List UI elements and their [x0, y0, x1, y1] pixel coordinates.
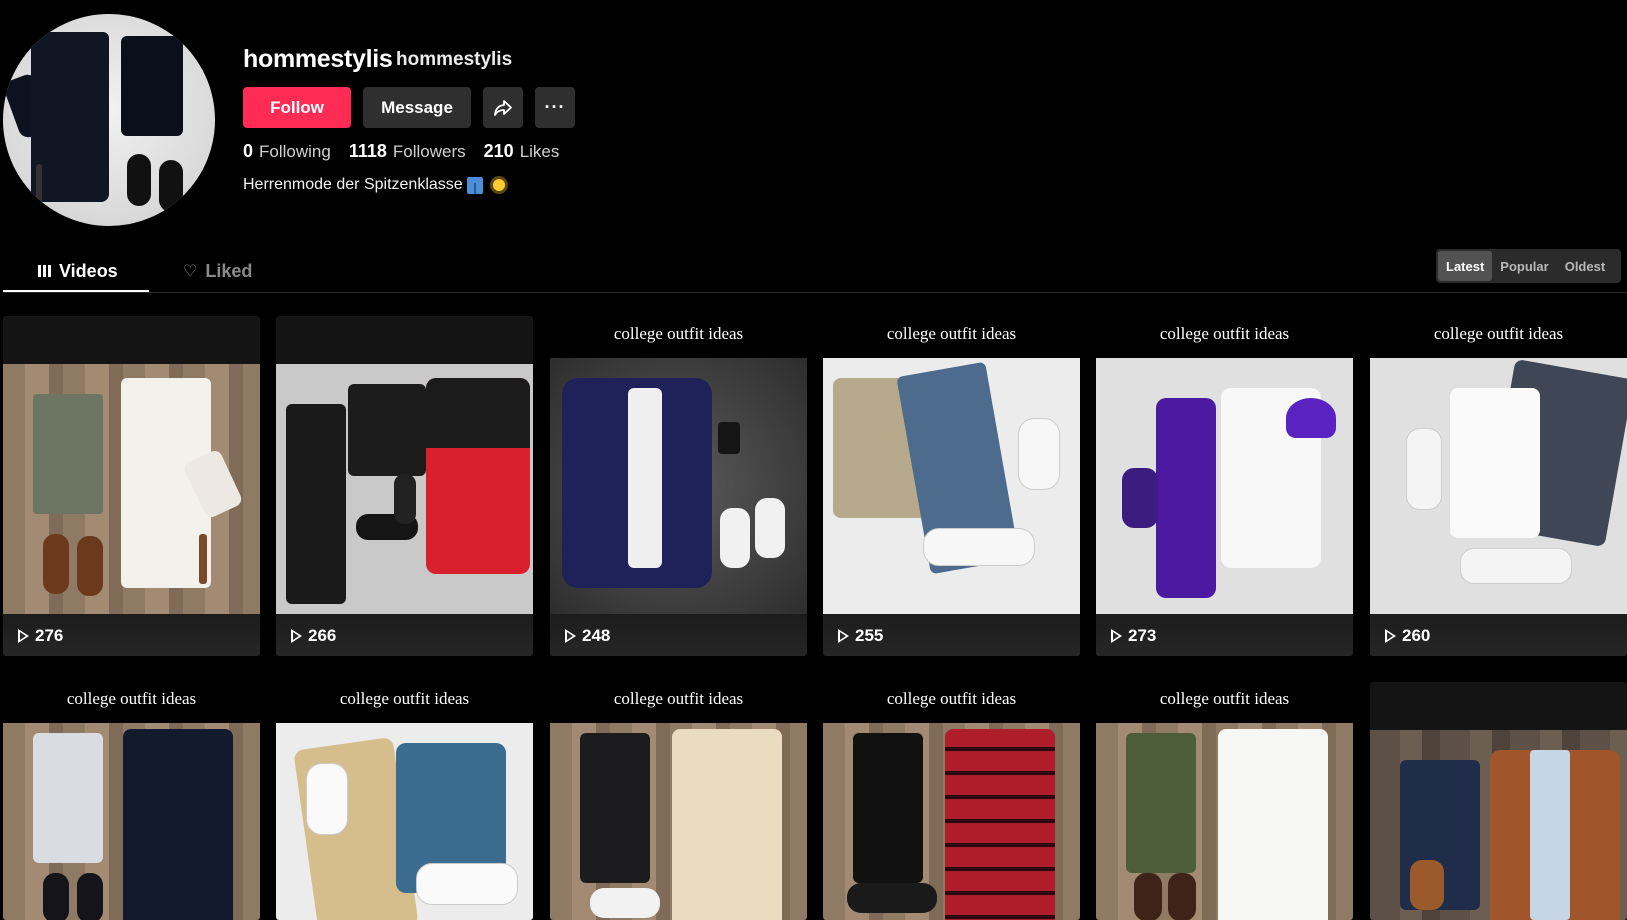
grid-icon — [38, 265, 51, 277]
following-count[interactable]: 0 Following — [243, 141, 331, 162]
profile-username: hommestylis — [243, 45, 393, 73]
video-card[interactable]: college outfit ideas — [276, 675, 533, 920]
video-card[interactable] — [1370, 682, 1627, 920]
tab-label: Videos — [59, 260, 118, 281]
view-count-text: 273 — [1128, 626, 1157, 645]
video-title: college outfit ideas — [823, 310, 1080, 358]
video-thumbnail — [276, 364, 533, 626]
view-count: 276 — [18, 626, 63, 646]
video-thumbnail — [276, 723, 533, 920]
profile-bio: Herrenmode der Spitzenklasse — [243, 176, 505, 194]
view-count-text: 260 — [1402, 626, 1431, 645]
video-card[interactable]: 276 — [3, 316, 260, 656]
stat-value: 210 — [483, 141, 514, 161]
view-count-text: 266 — [308, 626, 337, 645]
view-count: 273 — [1111, 626, 1156, 646]
avatar-watch — [36, 164, 42, 204]
video-card[interactable]: college outfit ideas 255 — [823, 310, 1080, 656]
video-thumbnail — [3, 364, 260, 626]
sort-popular[interactable]: Popular — [1492, 251, 1556, 281]
play-icon — [1385, 629, 1396, 643]
profile-nickname: hommestylis — [396, 49, 513, 70]
sun-emoji-icon — [492, 179, 505, 191]
play-icon — [291, 629, 302, 643]
profile-avatar[interactable] — [3, 14, 215, 226]
avatar-shoe — [127, 154, 151, 206]
sort-oldest[interactable]: Oldest — [1557, 251, 1613, 281]
play-icon — [565, 629, 576, 643]
likes-count: 210 Likes — [484, 141, 560, 162]
video-title: college outfit ideas — [3, 675, 260, 723]
stat-label: Following — [259, 142, 331, 161]
profile-stats: 0 Following 1118 Followers 210 Likes — [243, 141, 559, 162]
tab-videos[interactable]: Videos — [38, 250, 118, 292]
play-icon — [18, 629, 29, 643]
video-thumbnail — [1370, 358, 1627, 616]
message-button[interactable]: Message — [363, 87, 471, 128]
heart-lock-icon: ♡ — [183, 263, 198, 280]
jeans-emoji-icon — [466, 176, 483, 194]
play-icon — [838, 629, 849, 643]
view-count-text: 276 — [35, 626, 64, 645]
follow-button[interactable]: Follow — [243, 87, 351, 128]
followers-count[interactable]: 1118 Followers — [349, 141, 466, 162]
video-thumbnail — [3, 723, 260, 920]
video-thumbnail — [1096, 358, 1353, 616]
video-thumbnail — [1096, 723, 1353, 920]
video-card[interactable]: college outfit ideas — [550, 675, 807, 920]
video-title: college outfit ideas — [1096, 310, 1353, 358]
video-title: college outfit ideas — [1096, 675, 1353, 723]
stat-label: Likes — [519, 142, 560, 161]
share-button[interactable] — [483, 87, 523, 128]
video-title — [3, 316, 260, 364]
video-card[interactable]: 266 — [276, 316, 533, 656]
video-title: college outfit ideas — [276, 675, 533, 723]
view-count-text: 255 — [855, 626, 884, 645]
view-count: 255 — [838, 626, 883, 646]
profile-tabs: Videos ♡ Liked — [3, 250, 1627, 293]
view-count: 248 — [565, 626, 610, 646]
tab-label: Liked — [205, 260, 253, 281]
video-thumbnail — [550, 358, 807, 616]
bio-text: Herrenmode der Spitzenklasse — [243, 176, 463, 193]
view-count: 266 — [291, 626, 336, 646]
video-title: college outfit ideas — [550, 310, 807, 358]
stat-label: Followers — [392, 142, 466, 161]
stat-value: 0 — [243, 141, 254, 161]
video-title: college outfit ideas — [1370, 310, 1627, 358]
tab-liked[interactable]: ♡ Liked — [183, 250, 252, 292]
view-count: 260 — [1385, 626, 1430, 646]
video-thumbnail — [550, 723, 807, 920]
video-card[interactable]: college outfit ideas 273 — [1096, 310, 1353, 656]
video-card[interactable]: college outfit ideas — [3, 675, 260, 920]
active-tab-indicator — [3, 290, 149, 292]
view-count-text: 248 — [582, 626, 611, 645]
avatar-pants — [121, 36, 183, 136]
video-title — [1370, 682, 1627, 730]
video-thumbnail — [823, 358, 1080, 616]
avatar-shoe — [159, 160, 183, 212]
video-title: college outfit ideas — [823, 675, 1080, 723]
avatar-shirt — [31, 32, 109, 202]
share-icon — [494, 99, 512, 116]
video-card[interactable]: college outfit ideas — [823, 675, 1080, 920]
video-thumbnail — [823, 723, 1080, 920]
stat-value: 1118 — [348, 141, 387, 161]
video-card[interactable]: college outfit ideas 248 — [550, 310, 807, 656]
video-title: college outfit ideas — [550, 675, 807, 723]
video-card[interactable]: college outfit ideas — [1096, 675, 1353, 920]
more-options-button[interactable]: ··· — [535, 87, 575, 128]
video-title — [276, 316, 533, 364]
play-icon — [1111, 629, 1122, 643]
sort-latest[interactable]: Latest — [1438, 251, 1493, 281]
video-thumbnail — [1370, 730, 1627, 920]
video-card[interactable]: college outfit ideas 260 — [1370, 310, 1627, 656]
sort-toggle: Latest Popular Oldest — [1436, 249, 1621, 283]
